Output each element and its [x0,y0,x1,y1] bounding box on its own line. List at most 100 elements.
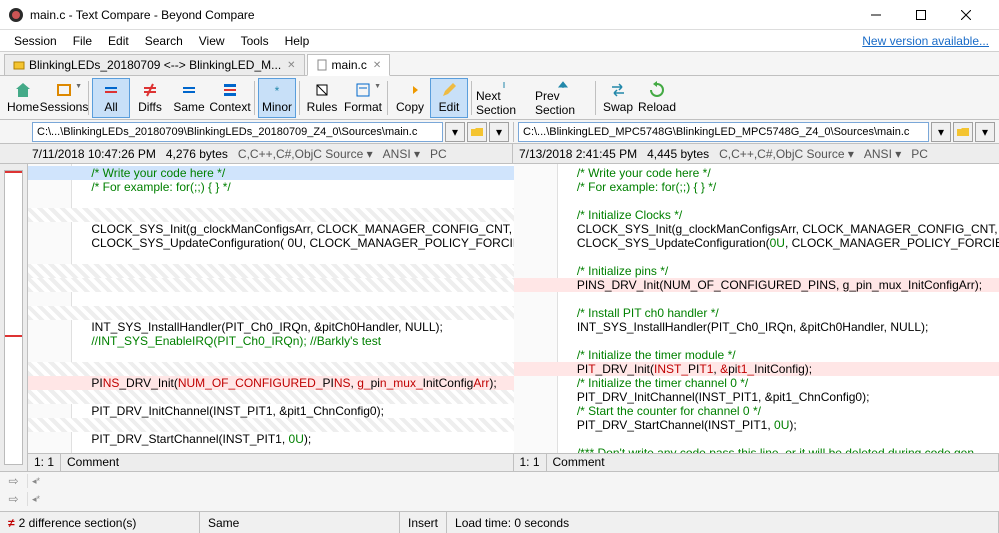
right-code-view[interactable]: /* Write your code here */ /* For exampl… [514,164,999,453]
folder-open-icon [956,125,970,139]
format-icon [354,81,372,99]
not-equal-icon: ≠ [8,516,15,530]
right-path-input[interactable] [518,122,929,142]
left-lang-dropdown[interactable]: C,C++,C#,ObjC Source ▾ [238,147,373,161]
left-file-date: 7/11/2018 10:47:26 PM [32,147,156,161]
menu-help[interactable]: Help [277,32,318,50]
equals-icon [102,81,120,99]
load-time: Load time: 0 seconds [447,512,999,533]
left-open-button[interactable] [467,122,487,142]
document-icon [316,59,328,71]
menu-view[interactable]: View [191,32,233,50]
tab-label: BlinkingLEDs_20180709 <--> BlinkingLED_M… [29,58,281,72]
menu-session[interactable]: Session [6,32,65,50]
reveal-left[interactable]: ◂* [28,476,44,487]
toolbar: Home Sessions▼ All Diffs Same Context * … [0,76,999,120]
merge-panel: ⇨ ◂* ⇨ ◂* [0,471,999,511]
svg-text:*: * [275,84,280,98]
swap-icon [609,81,627,99]
left-pane: /* Write your code here */ /* For exampl… [28,164,514,471]
tab-text-compare[interactable]: main.c ✕ [307,54,391,76]
info-row: 7/11/2018 10:47:26 PM 4,276 bytes C,C++,… [0,144,999,164]
reload-icon [648,81,666,99]
prev-section-button[interactable]: Prev Section [534,78,592,118]
tab-label: main.c [332,58,367,72]
tab-bar: BlinkingLEDs_20180709 <--> BlinkingLED_M… [0,52,999,76]
close-icon[interactable]: ✕ [373,60,381,71]
reveal-right[interactable]: ◂* [28,494,44,505]
left-code-view[interactable]: /* Write your code here */ /* For exampl… [28,164,514,453]
minimize-button[interactable] [856,0,901,30]
format-button[interactable]: Format▼ [342,78,384,118]
maximize-button[interactable] [901,0,946,30]
context-label: Comment [61,454,513,471]
pencil-icon [440,81,458,99]
right-lang-dropdown[interactable]: C,C++,C#,ObjC Source ▾ [719,147,854,161]
edit-button[interactable]: Edit [430,78,468,118]
left-pane-status: 1: 1 Comment [28,453,514,471]
reload-button[interactable]: Reload [638,78,676,118]
merge-right-button[interactable]: ⇨ [0,474,28,488]
close-icon[interactable]: ✕ [287,60,295,71]
folder-open-icon [470,125,484,139]
sessions-button[interactable]: Sessions▼ [43,78,85,118]
left-path-input[interactable] [32,122,443,142]
up-arrow-icon [554,79,572,88]
right-file-size: 4,445 bytes [647,147,709,161]
left-file-size: 4,276 bytes [166,147,228,161]
tab-folder-compare[interactable]: BlinkingLEDs_20180709 <--> BlinkingLED_M… [4,54,305,75]
diff-status: ≠ 2 difference section(s) [0,512,200,533]
right-eol-dropdown[interactable]: PC [911,147,928,161]
folder-icon [13,59,25,71]
menu-tools[interactable]: Tools [233,32,277,50]
home-icon [14,81,32,99]
equal-icon [180,81,198,99]
menu-bar: Session File Edit Search View Tools Help… [0,30,999,52]
copy-button[interactable]: Copy [391,78,429,118]
next-section-button[interactable]: Next Section [475,78,533,118]
left-path-dropdown[interactable]: ▾ [445,122,465,142]
sessions-icon [55,81,73,99]
right-path-dropdown[interactable]: ▾ [931,122,951,142]
minor-button[interactable]: * Minor [258,78,296,118]
path-row: ▾ ▾ ▾ ▾ [0,120,999,144]
same-status: Same [200,512,400,533]
cursor-position: 1: 1 [514,454,547,471]
diffs-button[interactable]: Diffs [131,78,169,118]
referee-icon [313,81,331,99]
title-bar: main.c - Text Compare - Beyond Compare [0,0,999,30]
left-encoding-dropdown[interactable]: ANSI ▾ [383,147,420,161]
down-arrow-icon [495,79,513,88]
right-pane: /* Write your code here */ /* For exampl… [514,164,999,471]
close-button[interactable] [946,0,991,30]
asterisk-icon: * [268,81,286,99]
right-open-dropdown[interactable]: ▾ [975,122,995,142]
left-eol-dropdown[interactable]: PC [430,147,447,161]
home-button[interactable]: Home [4,78,42,118]
diff-area: /* Write your code here */ /* For exampl… [0,164,999,471]
window-title: main.c - Text Compare - Beyond Compare [30,8,255,22]
menu-file[interactable]: File [65,32,100,50]
copy-arrow-icon [401,81,419,99]
left-open-dropdown[interactable]: ▾ [489,122,509,142]
right-open-button[interactable] [953,122,973,142]
right-file-date: 7/13/2018 2:41:45 PM [519,147,637,161]
swap-button[interactable]: Swap [599,78,637,118]
all-button[interactable]: All [92,78,130,118]
menu-edit[interactable]: Edit [100,32,137,50]
rules-button[interactable]: Rules [303,78,341,118]
context-icon [221,81,239,99]
status-bar: ≠ 2 difference section(s) Same Insert Lo… [0,511,999,533]
menu-search[interactable]: Search [137,32,191,50]
context-button[interactable]: Context [209,78,251,118]
insert-mode: Insert [400,512,447,533]
not-equal-icon [141,81,159,99]
same-button[interactable]: Same [170,78,208,118]
merge-left-button[interactable]: ⇨ [0,492,28,506]
context-label: Comment [547,454,999,471]
thumbnail-panel[interactable] [0,164,28,471]
new-version-link[interactable]: New version available... [862,34,989,48]
app-icon [8,7,24,23]
right-encoding-dropdown[interactable]: ANSI ▾ [864,147,901,161]
right-pane-status: 1: 1 Comment [514,453,999,471]
